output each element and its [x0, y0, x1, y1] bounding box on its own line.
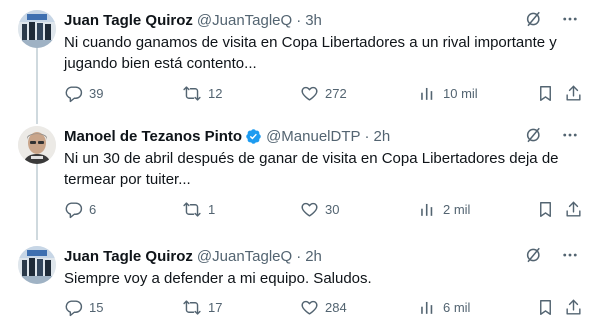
- bookmark-button[interactable]: [536, 200, 555, 219]
- verified-badge-icon: [245, 128, 262, 145]
- share-icon: [564, 298, 583, 317]
- tweet-header: Juan Tagle Quiroz @JuanTagleQ · 2h: [64, 246, 322, 266]
- views-button[interactable]: 10 mil: [418, 84, 478, 103]
- author-handle[interactable]: @JuanTagleQ: [197, 12, 292, 29]
- more-icon[interactable]: [561, 126, 579, 144]
- share-icon: [564, 200, 583, 219]
- more-icon[interactable]: [561, 246, 579, 264]
- bookmark-icon: [536, 84, 555, 103]
- reply-icon: [64, 200, 83, 219]
- tweet-text: Siempre voy a defender a mi equipo. Salu…: [64, 270, 372, 287]
- author-name[interactable]: Juan Tagle Quiroz: [64, 248, 193, 265]
- share-button[interactable]: [564, 200, 583, 219]
- bookmark-icon: [536, 200, 555, 219]
- reply-count: 39: [89, 86, 104, 101]
- heart-icon: [300, 298, 319, 317]
- views-button[interactable]: 6 mil: [418, 298, 470, 317]
- conversation-thread: Juan Tagle Quiroz @JuanTagleQ · 3h Ni cu…: [0, 0, 599, 331]
- retweet-icon: [182, 84, 202, 103]
- views-count: 2 mil: [443, 202, 471, 217]
- bookmark-button[interactable]: [536, 298, 555, 317]
- views-icon: [418, 84, 437, 103]
- reply-icon: [64, 298, 83, 317]
- retweet-count: 1: [208, 202, 216, 217]
- bookmark-icon: [536, 298, 555, 317]
- tweet-top-actions: [525, 10, 579, 28]
- more-icon[interactable]: [561, 10, 579, 28]
- author-name[interactable]: Manoel de Tezanos Pinto: [64, 128, 242, 145]
- avatar[interactable]: [18, 10, 56, 48]
- reply-count: 15: [89, 300, 104, 315]
- timestamp[interactable]: 2h: [305, 248, 322, 265]
- tweet-actions: 39 12 272 10 mil: [64, 84, 584, 106]
- tweet-header: Juan Tagle Quiroz @JuanTagleQ · 3h: [64, 10, 322, 30]
- retweet-button[interactable]: 17: [182, 298, 222, 317]
- tweet-top-actions: [525, 246, 579, 264]
- like-count: 284: [325, 300, 347, 315]
- retweet-icon: [182, 298, 202, 317]
- reply-icon: [64, 84, 83, 103]
- grok-icon[interactable]: [525, 246, 543, 264]
- retweet-count: 12: [208, 86, 223, 101]
- separator-dot: ·: [296, 11, 302, 29]
- author-handle[interactable]: @ManuelDTP: [266, 128, 360, 145]
- share-button[interactable]: [564, 298, 583, 317]
- grok-icon[interactable]: [525, 10, 543, 28]
- share-icon: [564, 84, 583, 103]
- bookmark-button[interactable]: [536, 84, 555, 103]
- tweet-text: Ni cuando ganamos de visita en Copa Libe…: [64, 34, 557, 72]
- author-handle[interactable]: @JuanTagleQ: [197, 248, 292, 265]
- timestamp[interactable]: 2h: [374, 128, 391, 145]
- heart-icon: [300, 84, 319, 103]
- tweet-actions: 15 17 284 6 mil: [64, 298, 584, 320]
- retweet-button[interactable]: 12: [182, 84, 222, 103]
- like-button[interactable]: 284: [300, 298, 347, 317]
- separator-dot: ·: [364, 127, 370, 145]
- views-icon: [418, 298, 437, 317]
- tweet-top-actions: [525, 126, 579, 144]
- tweet[interactable]: Manoel de Tezanos Pinto @ManuelDTP · 2h: [0, 126, 599, 226]
- avatar[interactable]: [18, 246, 56, 284]
- like-count: 272: [325, 86, 347, 101]
- separator-dot: ·: [296, 247, 302, 265]
- tweet-header: Manoel de Tezanos Pinto @ManuelDTP · 2h: [64, 126, 390, 146]
- reply-button[interactable]: 39: [64, 84, 103, 103]
- author-name[interactable]: Juan Tagle Quiroz: [64, 12, 193, 29]
- like-button[interactable]: 272: [300, 84, 347, 103]
- grok-icon[interactable]: [525, 126, 543, 144]
- tweet[interactable]: Juan Tagle Quiroz @JuanTagleQ · 3h Ni cu…: [0, 10, 599, 110]
- views-count: 10 mil: [443, 86, 478, 101]
- like-count: 30: [325, 202, 340, 217]
- avatar[interactable]: [18, 126, 56, 164]
- heart-icon: [300, 200, 319, 219]
- tweet-actions: 6 1 30 2 mil: [64, 200, 584, 222]
- reply-count: 6: [89, 202, 97, 217]
- like-button[interactable]: 30: [300, 200, 339, 219]
- reply-button[interactable]: 6: [64, 200, 96, 219]
- views-icon: [418, 200, 437, 219]
- tweet[interactable]: Juan Tagle Quiroz @JuanTagleQ · 2h Siemp…: [0, 246, 599, 326]
- tweet-text: Ni un 30 de abril después de ganar de vi…: [64, 150, 559, 188]
- share-button[interactable]: [564, 84, 583, 103]
- timestamp[interactable]: 3h: [305, 12, 322, 29]
- retweet-count: 17: [208, 300, 223, 315]
- views-count: 6 mil: [443, 300, 471, 315]
- views-button[interactable]: 2 mil: [418, 200, 470, 219]
- retweet-button[interactable]: 1: [182, 200, 215, 219]
- reply-button[interactable]: 15: [64, 298, 103, 317]
- retweet-icon: [182, 200, 202, 219]
